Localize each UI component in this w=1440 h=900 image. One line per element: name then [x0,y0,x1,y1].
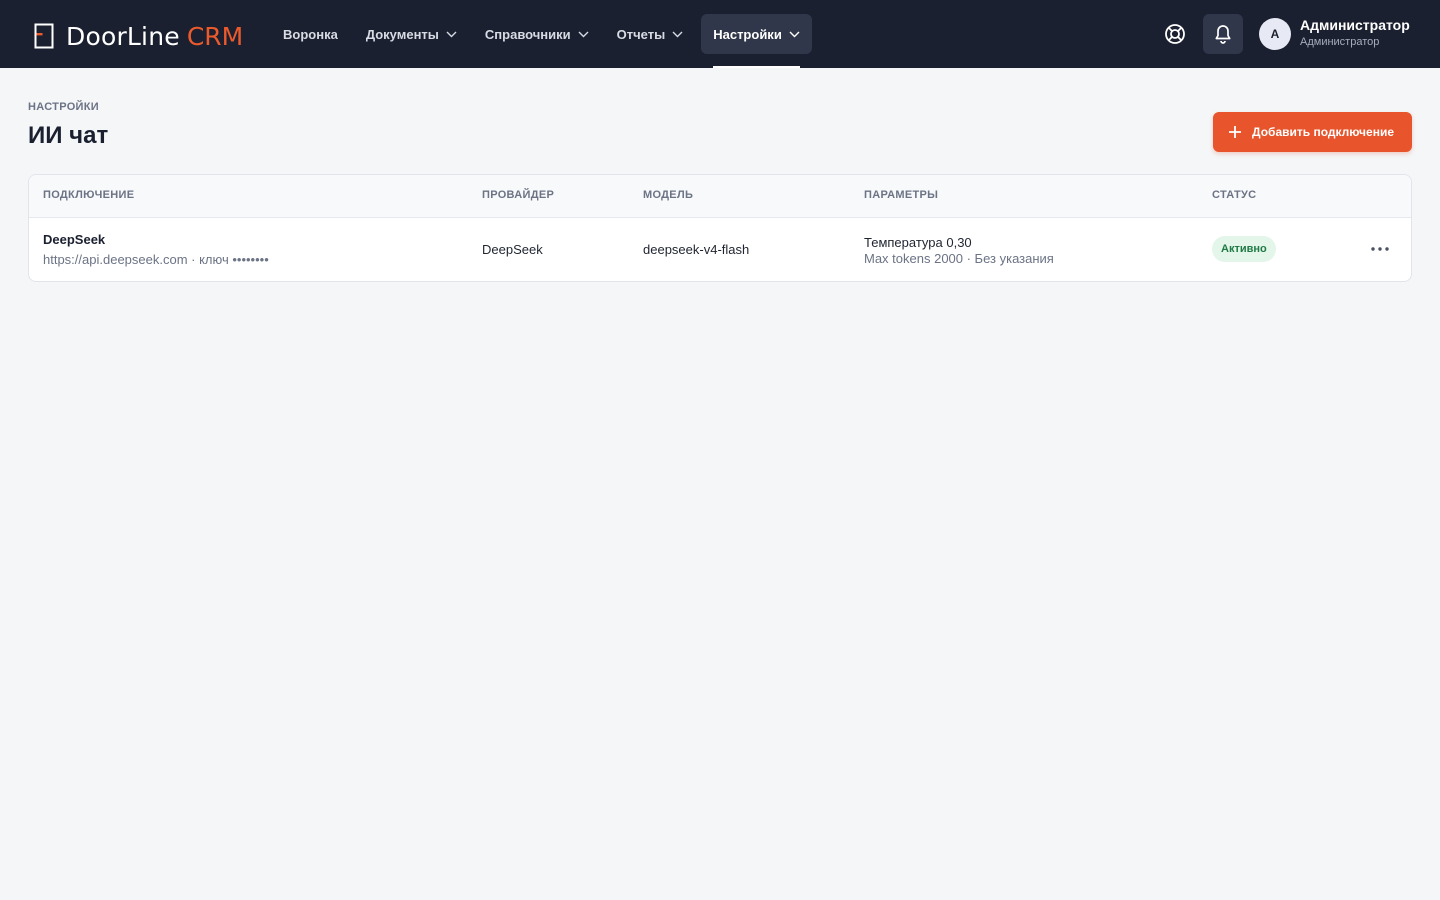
nav-item-documents[interactable]: Документы [352,14,471,54]
nav-item-label: Документы [365,26,439,42]
nav-item-label: Воронка [283,26,338,42]
door-logo-icon [34,23,54,49]
page-title: ИИ чат [28,122,109,149]
model-cell: deepseek-v4-flash [643,242,750,257]
chevron-down-icon [578,31,589,37]
bell-icon [1215,25,1231,44]
plus-icon [1229,126,1241,138]
nav-item-settings[interactable]: Настройки [701,14,812,68]
lifebuoy-icon [1165,24,1185,44]
column-header-connection: ПОДКЛЮЧЕНИЕ [43,189,135,201]
connection-details: https://api.deepseek.com · ключ •••••••• [43,252,269,267]
column-header-provider: ПРОВАЙДЕР [482,189,555,201]
nav-item-label: Справочники [484,26,571,42]
column-header-status: СТАТУС [1212,189,1257,201]
chevron-down-icon [672,31,683,37]
app-logo[interactable]: DoorLine CRM [34,21,244,51]
provider-cell: DeepSeek [482,242,543,257]
parameter-tokens: Max tokens 2000 · Без указания [864,251,1054,266]
nav-item-reports[interactable]: Отчеты [603,14,698,54]
status-badge: Активно [1212,236,1276,262]
connections-table: ПОДКЛЮЧЕНИЕ ПРОВАЙДЕР МОДЕЛЬ ПАРАМЕТРЫ С… [28,174,1412,282]
connection-name: DeepSeek [43,232,106,247]
chevron-down-icon [789,31,800,37]
add-connection-label: Добавить подключение [1252,125,1394,139]
add-connection-button[interactable]: Добавить подключение [1213,112,1412,152]
avatar[interactable]: А [1259,18,1291,50]
row-actions-button[interactable] [1365,236,1395,262]
nav-item-label: Настройки [713,26,782,42]
more-horizontal-icon [1371,247,1389,251]
notifications-button[interactable] [1203,14,1243,54]
nav-item-funnel[interactable]: Воронка [269,14,352,54]
column-header-model: МОДЕЛЬ [643,189,694,201]
user-role: Администратор [1300,36,1380,48]
chevron-down-icon [446,31,457,37]
table-header: ПОДКЛЮЧЕНИЕ ПРОВАЙДЕР МОДЕЛЬ ПАРАМЕТРЫ С… [29,175,1411,218]
help-button[interactable] [1155,14,1195,54]
main-nav: Воронка Документы Справочники Отчеты Нас… [269,14,812,68]
table-row[interactable]: DeepSeek https://api.deepseek.com · ключ… [29,218,1411,281]
nav-item-label: Отчеты [616,26,666,42]
top-navigation-bar: DoorLine CRM Воронка Документы Справочни… [0,0,1440,68]
parameter-temperature: Температура 0,30 [864,235,972,250]
user-name[interactable]: Администратор [1300,17,1410,33]
nav-item-references[interactable]: Справочники [471,14,603,54]
breadcrumb: НАСТРОЙКИ [28,101,99,113]
logo-accent-text: CRM [186,21,244,51]
logo-text: DoorLine [66,21,180,51]
column-header-parameters: ПАРАМЕТРЫ [864,189,939,201]
